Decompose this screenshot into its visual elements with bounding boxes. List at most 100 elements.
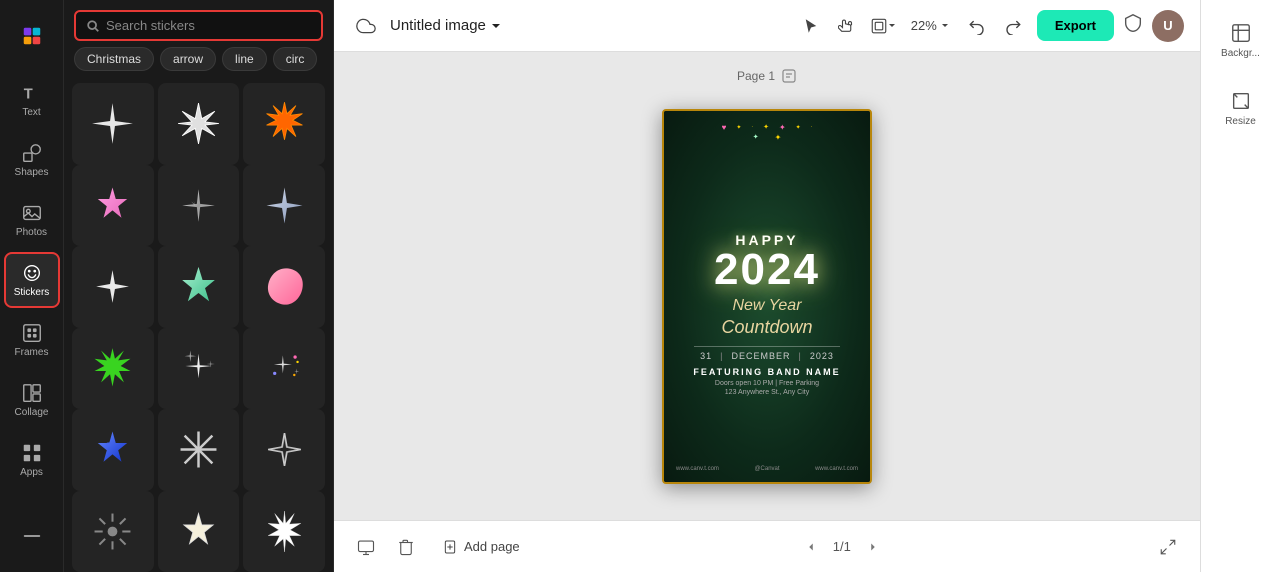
page-number-text: Page 1 xyxy=(737,69,775,83)
sticker-sun-dark[interactable] xyxy=(72,491,154,572)
background-label: Backgr... xyxy=(1221,48,1260,59)
sidebar-label-shapes: Shapes xyxy=(15,167,49,178)
undo-button[interactable] xyxy=(961,10,993,42)
sidebar-item-photos[interactable]: Photos xyxy=(4,192,60,248)
sidebar-label-text: Text xyxy=(22,107,40,118)
resize-label: Resize xyxy=(1225,116,1256,127)
sticker-star-blue[interactable] xyxy=(72,409,154,491)
card-year-text: 2024 xyxy=(714,248,820,292)
hand-icon xyxy=(838,17,856,35)
cloud-save-button[interactable] xyxy=(350,10,382,42)
sticker-starburst-orange[interactable] xyxy=(243,83,325,165)
sticker-asterisk-white[interactable] xyxy=(158,409,240,491)
sidebar-item-stickers[interactable]: Stickers xyxy=(4,252,60,308)
sticker-starburst-white2[interactable] xyxy=(243,491,325,572)
undo-icon xyxy=(968,17,986,35)
shapes-icon xyxy=(21,142,43,164)
page-indicator: 1/1 xyxy=(833,539,851,554)
cloud-icon xyxy=(356,16,376,36)
background-panel-item[interactable]: Backgr... xyxy=(1209,8,1273,72)
sticker-starburst-green[interactable] xyxy=(72,328,154,410)
search-input[interactable] xyxy=(106,18,311,33)
export-button[interactable]: Export xyxy=(1037,10,1114,41)
bottom-bar: Add page 1/1 xyxy=(334,520,1200,572)
next-page-button[interactable] xyxy=(859,533,887,561)
apps-icon xyxy=(21,442,43,464)
shield-button[interactable] xyxy=(1122,12,1144,39)
fit-icon xyxy=(1159,538,1177,556)
user-avatar[interactable]: U xyxy=(1152,10,1184,42)
sidebar-item-more[interactable] xyxy=(4,508,60,564)
chevron-icon xyxy=(888,22,896,30)
frame-icon xyxy=(870,17,888,35)
sticker-4point-black[interactable] xyxy=(72,83,154,165)
toolbar-right: Export U xyxy=(1037,10,1184,42)
right-panel: Backgr... Resize xyxy=(1200,0,1280,572)
present-icon xyxy=(357,538,375,556)
card-url3: www.canv.t.com xyxy=(815,466,858,472)
card-address: 123 Anywhere St., Any City xyxy=(725,389,809,396)
sticker-star-teal[interactable] xyxy=(158,246,240,328)
shield-icon xyxy=(1122,12,1144,34)
sticker-sparkles-colorful[interactable] xyxy=(243,328,325,410)
logo-button[interactable] xyxy=(4,8,60,64)
sticker-4point-silver[interactable] xyxy=(158,165,240,247)
sticker-blob-pink[interactable] xyxy=(243,246,325,328)
present-button[interactable] xyxy=(350,531,382,563)
sticker-star-cream[interactable] xyxy=(158,491,240,572)
card-day: 31 xyxy=(700,351,712,361)
doc-title-button[interactable]: Untitled image xyxy=(390,17,502,34)
page-label: Page 1 xyxy=(737,68,797,84)
tag-christmas[interactable]: Christmas xyxy=(74,47,154,71)
page-options-icon[interactable] xyxy=(781,68,797,84)
sidebar-label-collage: Collage xyxy=(15,407,49,418)
sticker-star-pink[interactable] xyxy=(72,165,154,247)
delete-button[interactable] xyxy=(390,531,422,563)
add-page-icon xyxy=(442,539,458,555)
logo-icon xyxy=(21,25,43,47)
bottom-right xyxy=(1152,531,1184,563)
sticker-4point-white2[interactable] xyxy=(72,246,154,328)
card-year2: 2023 xyxy=(810,351,834,361)
canvas-card: ♥ ✦ · ✦ ✦ ✦ · ✦ ✦ HAPPY 2024 New Year Co… xyxy=(662,109,872,484)
background-icon xyxy=(1230,22,1252,44)
toolbar-center: 22% xyxy=(795,10,1029,42)
sticker-4point-white[interactable] xyxy=(243,165,325,247)
card-subtitle1-text: New Year xyxy=(732,296,801,317)
tag-circ[interactable]: circ xyxy=(273,47,318,71)
sticker-starburst-white[interactable] xyxy=(158,83,240,165)
card-featuring: FEATURING BAND NAME xyxy=(693,367,840,377)
cursor-icon xyxy=(802,17,820,35)
fit-to-screen-button[interactable] xyxy=(1152,531,1184,563)
sticker-4point-outline[interactable] xyxy=(243,409,325,491)
frame-tool-button[interactable] xyxy=(867,10,899,42)
sticker-grid xyxy=(64,79,333,572)
sticker-sparkles-white[interactable] xyxy=(158,328,240,410)
select-tool-button[interactable] xyxy=(795,10,827,42)
sidebar-label-apps: Apps xyxy=(20,467,43,478)
hand-tool-button[interactable] xyxy=(831,10,863,42)
sidebar-item-frames[interactable]: Frames xyxy=(4,312,60,368)
sidebar-item-collage[interactable]: Collage xyxy=(4,372,60,428)
doc-title-text: Untitled image xyxy=(390,17,486,34)
photos-icon xyxy=(21,202,43,224)
tag-line[interactable]: line xyxy=(222,47,267,71)
search-icon xyxy=(86,19,100,33)
sidebar-item-apps[interactable]: Apps xyxy=(4,432,60,488)
frames-icon xyxy=(21,322,43,344)
sidebar-item-shapes[interactable]: Shapes xyxy=(4,132,60,188)
search-bar-area xyxy=(64,0,333,47)
redo-button[interactable] xyxy=(997,10,1029,42)
resize-icon xyxy=(1230,90,1252,112)
tag-arrow[interactable]: arrow xyxy=(160,47,216,71)
prev-page-button[interactable] xyxy=(797,533,825,561)
add-page-button[interactable]: Add page xyxy=(430,531,532,563)
resize-panel-item[interactable]: Resize xyxy=(1209,76,1273,140)
sidebar-item-text[interactable]: T Text xyxy=(4,72,60,128)
bottom-center: 1/1 xyxy=(797,533,887,561)
redo-icon xyxy=(1004,17,1022,35)
sidebar-label-photos: Photos xyxy=(16,227,47,238)
zoom-control[interactable]: 22% xyxy=(903,14,957,37)
left-navigation: T Text Shapes Photos Stickers xyxy=(0,0,64,572)
card-date-row: 31 | DECEMBER | 2023 xyxy=(700,351,834,361)
